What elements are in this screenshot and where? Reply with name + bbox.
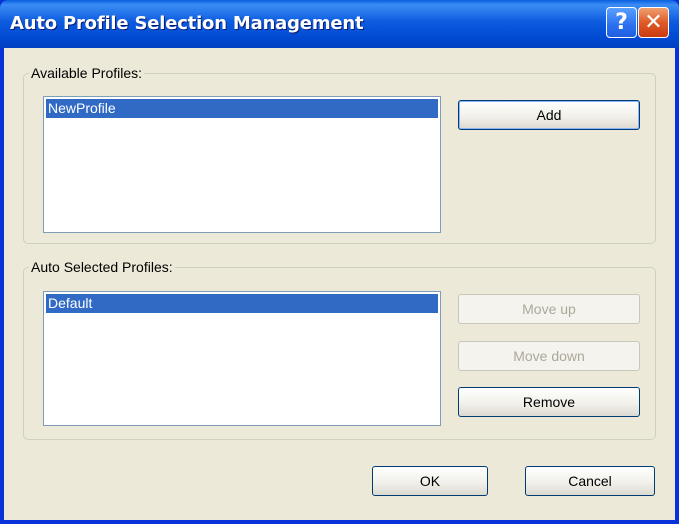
dialog-client-area: Available Profiles: NewProfile Add Auto …: [4, 48, 675, 520]
window-title: Auto Profile Selection Management: [10, 13, 364, 34]
list-item[interactable]: Default: [46, 294, 438, 313]
title-bar[interactable]: Auto Profile Selection Management ? ✕: [0, 0, 679, 48]
move-up-button[interactable]: Move up: [458, 294, 640, 324]
close-button[interactable]: ✕: [638, 7, 669, 38]
list-item[interactable]: NewProfile: [46, 99, 438, 118]
move-down-button[interactable]: Move down: [458, 341, 640, 371]
help-button[interactable]: ?: [606, 7, 637, 38]
auto-selected-profiles-list[interactable]: Default: [43, 291, 441, 426]
auto-selected-profiles-label: Auto Selected Profiles:: [31, 259, 173, 275]
close-icon: ✕: [644, 10, 663, 35]
ok-button[interactable]: OK: [372, 466, 488, 496]
cancel-button[interactable]: Cancel: [525, 466, 655, 496]
remove-button[interactable]: Remove: [458, 387, 640, 417]
available-profiles-label: Available Profiles:: [31, 65, 143, 81]
add-button[interactable]: Add: [458, 100, 640, 130]
available-profiles-list[interactable]: NewProfile: [43, 96, 441, 233]
question-icon: ?: [615, 10, 628, 35]
dialog-window: Auto Profile Selection Management ? ✕ Av…: [0, 0, 679, 524]
